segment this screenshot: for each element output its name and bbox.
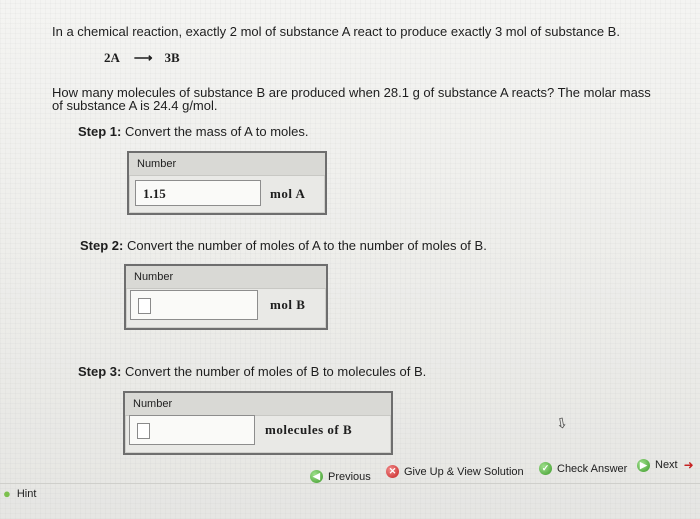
step-1-unit: mol A (270, 186, 306, 201)
step-3-text: Convert the number of moles of B to mole… (121, 364, 427, 379)
step-1-answer-box: Number 1.15 mol A (127, 151, 327, 215)
next-arrow-icon: ▶ (637, 458, 650, 472)
next-button[interactable]: ▶ Next ➜ (637, 458, 694, 472)
step-1-instruction: Step 1: Convert the mass of A to moles. (78, 124, 309, 139)
check-answer-button[interactable]: ✓ Check Answer (539, 462, 627, 475)
step-2-instruction: Step 2: Convert the number of moles of A… (80, 238, 487, 253)
step-2-unit: mol B (270, 297, 306, 312)
hint-button[interactable]: ● Hint (0, 486, 36, 501)
step-2-field-label: Number (126, 266, 326, 289)
step-2-text: Convert the number of moles of A to the … (123, 238, 487, 253)
next-red-arrow-icon: ➜ (683, 458, 694, 472)
next-label: Next (655, 459, 678, 471)
step-1-number-input[interactable]: 1.15 (135, 180, 261, 206)
give-up-button[interactable]: ✕ Give Up & View Solution (386, 465, 524, 478)
text-cursor-icon (138, 298, 151, 314)
give-up-label: Give Up & View Solution (404, 465, 524, 478)
previous-label: Previous (328, 470, 371, 483)
step-1-text: Convert the mass of A to moles. (121, 124, 309, 139)
check-answer-label: Check Answer (557, 462, 628, 475)
problem-intro: In a chemical reaction, exactly 2 mol of… (52, 24, 620, 39)
step-3-unit: molecules of B (265, 422, 353, 437)
red-x-icon: ✕ (386, 465, 399, 478)
question-line-2: of substance A is 24.4 g/mol. (52, 98, 218, 113)
step-3-label: Step 3: (78, 364, 122, 379)
assignment-page: In a chemical reaction, exactly 2 mol of… (0, 0, 700, 519)
problem-question: How many molecules of substance B are pr… (52, 86, 692, 112)
step-2-label: Step 2: (80, 238, 124, 253)
step-3-field-label: Number (125, 393, 391, 416)
step-2-answer-box: Number mol B (124, 264, 328, 330)
previous-button[interactable]: ◀ Previous (310, 470, 371, 483)
reaction-equation: 2A ⟶ 3B (104, 50, 180, 66)
reaction-arrow-icon: ⟶ (133, 50, 153, 65)
mouse-pointer-icon: ⇩ (554, 414, 569, 432)
step-3-instruction: Step 3: Convert the number of moles of B… (78, 364, 426, 379)
hint-label: Hint (16, 487, 37, 500)
footer-divider (0, 483, 700, 484)
green-check-icon: ✓ (539, 462, 552, 475)
step-3-answer-box: Number molecules of B (123, 391, 393, 455)
equation-product: 3B (164, 50, 180, 65)
step-1-label: Step 1: (78, 124, 122, 139)
step-1-field-label: Number (129, 153, 325, 176)
text-cursor-icon (137, 423, 150, 439)
previous-arrow-icon: ◀ (310, 470, 323, 483)
step-3-number-input[interactable] (129, 415, 255, 445)
lightbulb-icon: ● (3, 486, 11, 501)
equation-reactant: 2A (104, 50, 120, 65)
step-2-number-input[interactable] (130, 290, 258, 320)
